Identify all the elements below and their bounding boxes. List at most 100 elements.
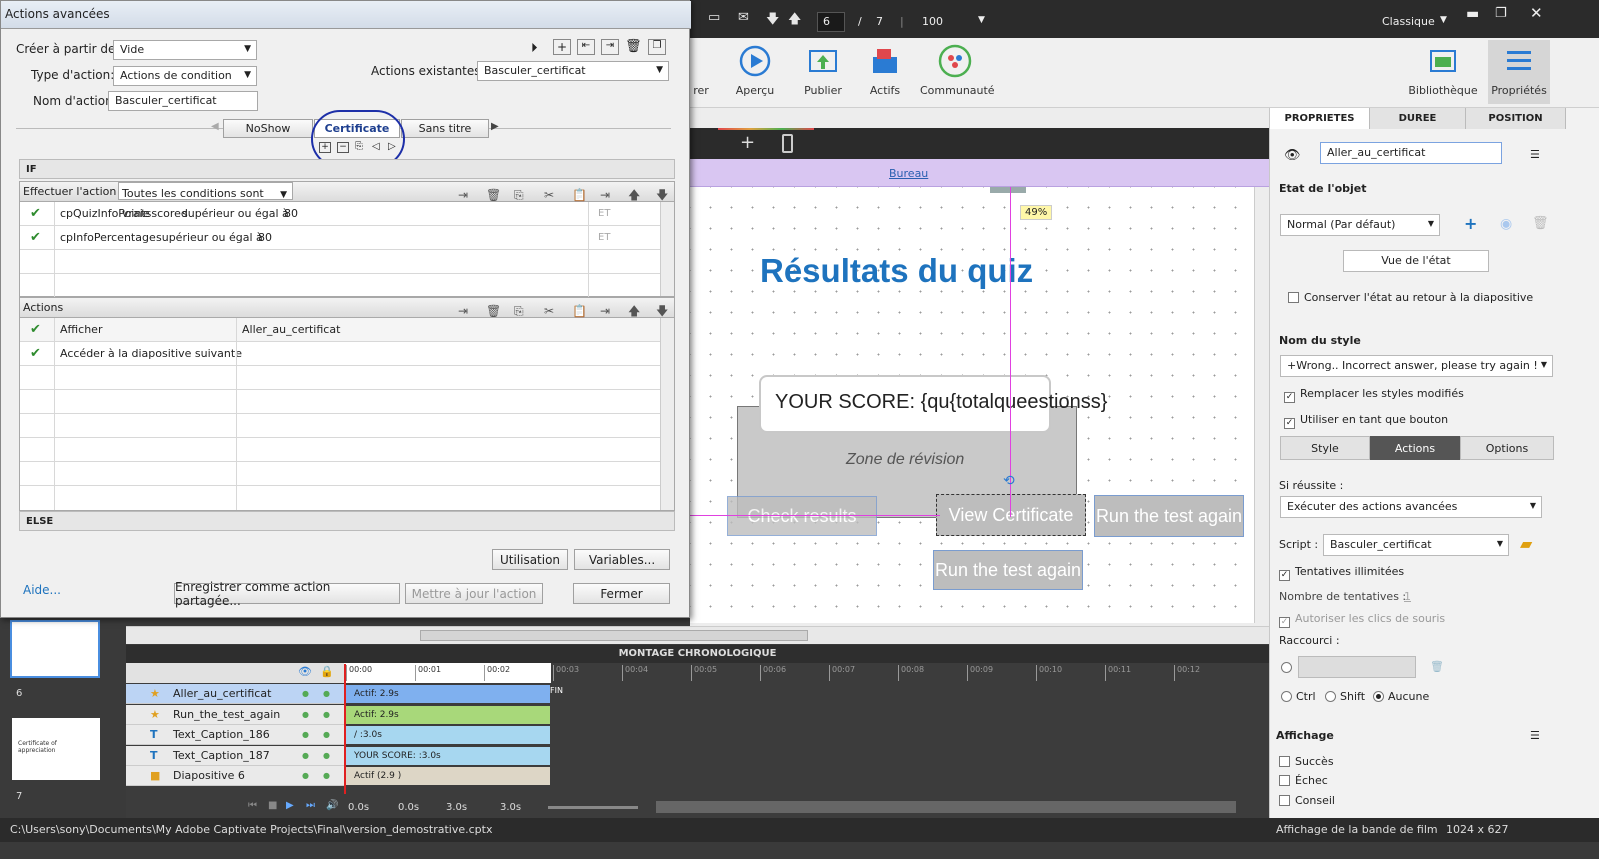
action-row-empty[interactable] [20,366,660,390]
lock-dot-icon[interactable]: ● [323,684,330,704]
first-frame-icon[interactable]: ⏮ [248,800,257,811]
variables-button[interactable]: Variables... [574,549,670,570]
on-success-select[interactable]: Exécuter des actions avancées ▼ [1280,496,1542,518]
style-select[interactable]: +Wrong.. Incorrect answer, please try ag… [1280,355,1553,377]
score-caption[interactable]: YOUR SCORE: {qu{totalqueestionss} [759,375,1107,433]
tab-noshow[interactable]: NoShow [223,119,313,138]
add-tab-icon[interactable]: + [319,142,331,153]
visibility-dot-icon[interactable]: ● [302,705,309,725]
timeline-layer-row[interactable]: ■ Diapositive 6 ● ● [126,766,344,787]
tab-untitled[interactable]: Sans titre [401,119,489,138]
record-button[interactable]: rer [686,44,716,97]
keep-state-checkbox[interactable]: Conserver l'état au retour à la diaposit… [1288,291,1533,304]
help-link[interactable]: Aide... [23,583,61,597]
tab-position[interactable]: POSITION [1466,108,1566,129]
stage-horizontal-scrollbar[interactable] [126,626,1269,644]
timeline-ruler[interactable] [344,663,551,683]
state-select[interactable]: Normal (Par défaut) ▼ [1280,214,1440,236]
view-certificate-button[interactable]: View Certificate [936,494,1086,536]
copy-tab-icon[interactable]: ⎘ [355,141,363,152]
delete-shortcut-icon[interactable]: 🗑 [1430,660,1444,673]
state-view-button[interactable]: Vue de l'état [1343,250,1489,272]
rotate-handle-icon[interactable]: ⟲ [1003,473,1015,489]
action-row-empty[interactable] [20,486,660,510]
replace-styles-checkbox[interactable]: ✓ Remplacer les styles modifiés [1284,387,1464,403]
fail-checkbox[interactable]: Échec [1279,774,1328,787]
zoom-dropdown-icon[interactable]: ▼ [978,15,985,25]
playhead[interactable] [344,664,346,794]
assets-button[interactable]: Actifs [862,44,908,97]
actions-scrollbar[interactable] [660,318,674,510]
visibility-eye-icon[interactable]: 👁 [1284,148,1301,163]
export-icon[interactable]: ⇥ [601,39,619,55]
attempts-value[interactable]: 1 [1404,590,1411,603]
object-name-field[interactable]: Aller_au_certificat [1320,142,1502,164]
preview-action-icon[interactable]: ⏵ [531,41,538,56]
tab-properties[interactable]: PROPRIETES [1270,108,1370,129]
library-button[interactable]: Bibliothèque [1408,44,1478,97]
condition-row[interactable]: ✔ cpInfoPercentage supérieur ou égal à 8… [20,226,660,250]
delete-state-icon[interactable]: 🗑 [1532,216,1549,231]
last-frame-icon[interactable]: ⏭ [306,800,315,811]
action-row-empty[interactable] [20,414,660,438]
update-action-button[interactable]: Mettre à jour l'action [405,583,543,604]
preview-button[interactable]: Aperçu [730,44,780,97]
subtab-style[interactable]: Style [1280,436,1370,460]
phone-icon[interactable] [782,134,793,153]
success-checkbox[interactable]: Succès [1279,755,1334,768]
shift-radio[interactable]: Shift [1325,690,1365,703]
shortcut-field[interactable] [1298,656,1416,678]
lock-dot-icon[interactable]: ● [323,766,330,786]
visibility-dot-icon[interactable]: ● [302,766,309,786]
workspace-dropdown-icon[interactable]: ▼ [1440,15,1447,25]
existing-actions-select[interactable]: Basculer_certificat ▼ [477,61,669,81]
lock-dot-icon[interactable]: ● [323,746,330,766]
script-select[interactable]: Basculer_certificat ▼ [1323,534,1509,556]
stop-icon[interactable]: ■ [268,800,277,811]
timeline-bar[interactable]: Actif (2.9 ) [346,767,550,786]
action-name-input[interactable]: Basculer_certificat [108,91,258,111]
unlimited-attempts-checkbox[interactable]: ✓ Tentatives illimitées [1279,565,1404,581]
tab-duration[interactable]: DUREE [1370,108,1466,129]
timeline-bar[interactable]: Actif: 2.9s [346,685,550,703]
use-as-button-checkbox[interactable]: ✓ Utiliser en tant que bouton [1284,413,1448,429]
run-again-button-right[interactable]: Run the test again [1094,495,1244,537]
action-row[interactable]: ✔ Afficher Aller_au_certificat [20,318,660,342]
shortcut-radio[interactable] [1281,661,1296,674]
zoom-slider[interactable] [548,806,638,809]
timeline-bar[interactable]: / :3.0s [346,726,550,745]
maximize-icon[interactable]: ❐ [1495,6,1507,21]
community-button[interactable]: Communauté [920,44,995,97]
timeline-bar[interactable]: Actif: 2.9s [346,705,550,724]
timeline-h-scrollbar[interactable] [656,801,1236,813]
create-from-select[interactable]: Vide ▼ [113,40,257,60]
condition-row[interactable]: ✔ cpQuizInfoPointsscored supérieur ou ég… [20,202,660,226]
timeline-layer-row[interactable]: ★ Run_the_test_again ● ● [126,704,344,725]
perform-select[interactable]: Toutes les conditions sont vraie ▼ [118,182,293,220]
allow-clicks-checkbox[interactable]: ✓ Autoriser les clics de souris [1279,612,1445,628]
action-row[interactable]: ✔ Accéder à la diapositive suivante [20,342,660,366]
add-icon[interactable]: + [553,39,571,55]
lock-icon[interactable]: 🔒 [320,665,334,678]
visibility-dot-icon[interactable]: ● [302,746,309,766]
tab-prev-icon[interactable]: ◀ [211,121,219,132]
action-row-empty[interactable] [20,390,660,414]
condition-row-empty[interactable] [20,274,660,298]
delete-icon[interactable]: 🗑 [625,39,642,54]
h-scroll-thumb[interactable] [420,630,808,641]
slides-icon[interactable]: ▭ [708,10,720,25]
none-radio[interactable]: Aucune [1373,690,1429,703]
run-again-button-bottom[interactable]: Run the test again [933,550,1083,590]
import-icon[interactable]: ⇤ [577,39,595,55]
tab-next-icon[interactable]: ▶ [491,121,499,132]
folder-icon[interactable]: ▰ [1520,534,1532,553]
zoom-value[interactable]: 100 [922,15,943,28]
slide-title[interactable]: Résultats du quiz [760,252,1033,290]
close-window-icon[interactable]: ✕ [1530,4,1543,22]
slide-number-input[interactable]: 6 [817,12,845,32]
conditions-scrollbar[interactable] [660,202,674,296]
play-timeline-icon[interactable]: ▶ [286,800,294,811]
action-row-empty[interactable] [20,462,660,486]
visibility-dot-icon[interactable]: ● [302,725,309,745]
panel-menu-icon[interactable]: ☰ [1530,729,1540,742]
